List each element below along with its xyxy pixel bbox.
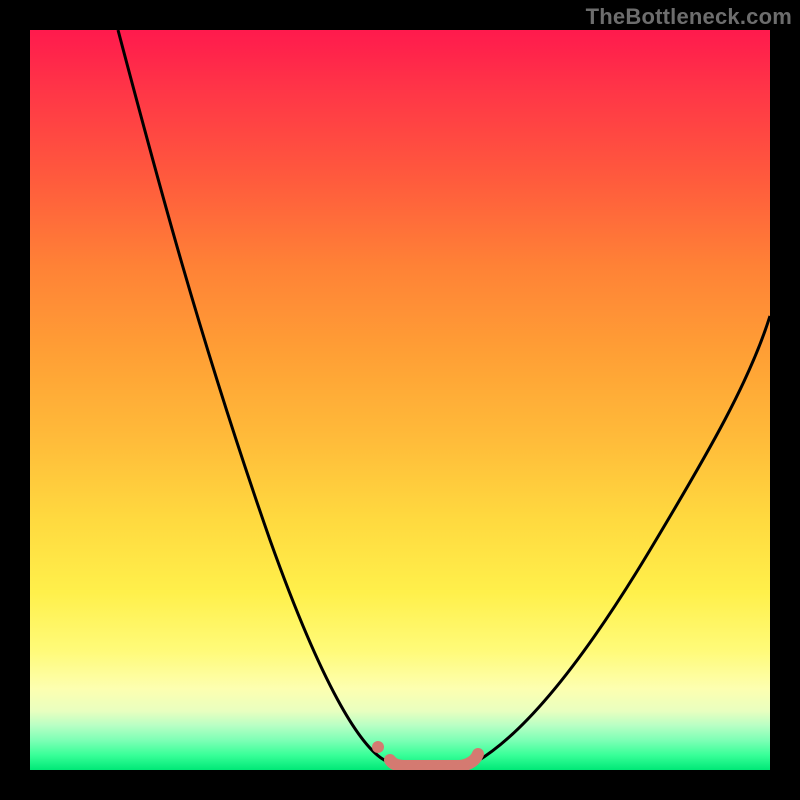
bottleneck-curve-right	[476, 316, 770, 762]
watermark-text: TheBottleneck.com	[586, 4, 792, 30]
chart-frame: TheBottleneck.com	[0, 0, 800, 800]
marker-left-dot	[372, 741, 384, 753]
chart-svg	[30, 30, 770, 770]
marker-flat-segment	[390, 754, 478, 766]
plot-area	[30, 30, 770, 770]
bottleneck-curve-left	[118, 30, 388, 762]
